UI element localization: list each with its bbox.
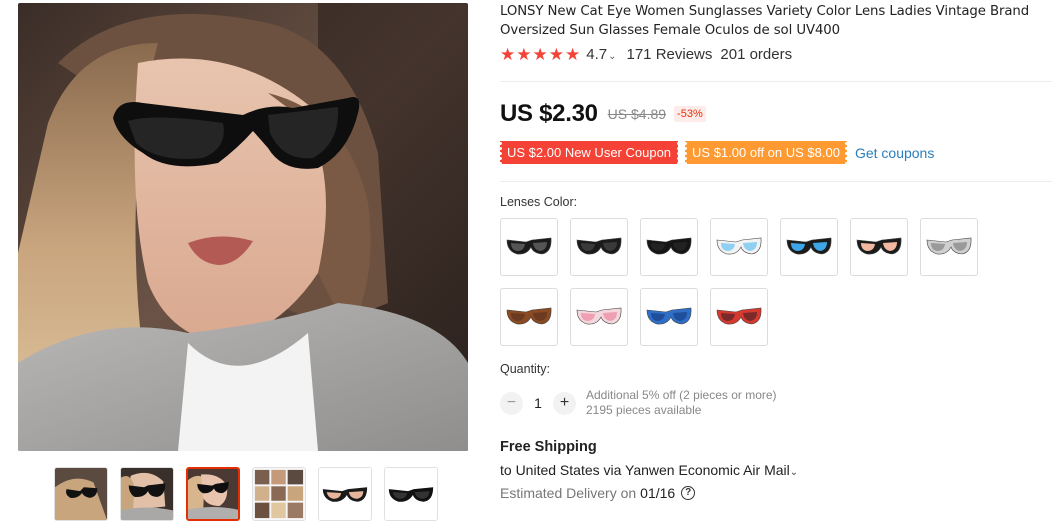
- sunglasses-icon: [786, 237, 832, 255]
- stock-available-text: 2195 pieces available: [586, 403, 702, 417]
- eta-date: 01/16: [640, 485, 676, 501]
- rating-value-dropdown[interactable]: 4.7⌄: [586, 46, 616, 63]
- question-circle-icon[interactable]: ?: [681, 486, 696, 500]
- reviews-link[interactable]: 171 Reviews: [627, 46, 713, 63]
- thumbnail-strip: [54, 467, 438, 521]
- lenses-color-label: Lenses Color:: [500, 195, 578, 209]
- thumbnail-6[interactable]: [384, 467, 438, 521]
- thumbnail-4[interactable]: [252, 467, 306, 521]
- sunglasses-icon: [926, 237, 972, 255]
- sunglasses-icon: [506, 237, 552, 255]
- rating-value: 4.7: [586, 46, 608, 63]
- free-shipping-title: Free Shipping: [500, 439, 597, 455]
- coupon-row: US $2.00 New User Coupon US $1.00 off on…: [498, 141, 934, 164]
- sunglasses-icon: [716, 237, 762, 255]
- current-price: US $2.30: [500, 100, 598, 127]
- price-row: US $2.30 US $4.89 -53%: [500, 100, 706, 128]
- color-swatch-black-grey[interactable]: [570, 218, 628, 276]
- color-swatch-black-pink[interactable]: [850, 218, 908, 276]
- sunglasses-icon: [716, 307, 762, 325]
- quantity-decrease-button[interactable]: −: [500, 391, 523, 415]
- sunglasses-icon: [506, 307, 552, 325]
- sunglasses-icon: [856, 237, 902, 255]
- thumbnail-2[interactable]: [120, 467, 174, 521]
- quantity-increase-button[interactable]: +: [553, 391, 576, 415]
- color-swatch-black-blue[interactable]: [780, 218, 838, 276]
- thumbnail-3-active[interactable]: [186, 467, 240, 521]
- product-photo: [18, 3, 468, 451]
- quantity-info: Additional 5% off (2 pieces or more) 219…: [586, 388, 777, 418]
- estimated-delivery: Estimated Delivery on 01/16 ?: [500, 485, 696, 501]
- divider: [500, 181, 1052, 182]
- star-icon: ★: [548, 45, 564, 64]
- orders-count: 201 orders: [720, 46, 793, 63]
- color-swatch-red[interactable]: [710, 288, 768, 346]
- bulk-discount-text: Additional 5% off (2 pieces or more): [586, 388, 777, 402]
- main-product-image[interactable]: [18, 3, 468, 451]
- original-price: US $4.89: [607, 106, 667, 122]
- color-swatch-all-black[interactable]: [640, 218, 698, 276]
- color-swatch-white-blue[interactable]: [710, 218, 768, 276]
- star-icon: ★: [532, 45, 548, 64]
- color-swatch-grid: [500, 218, 990, 346]
- color-swatch-clear-pink[interactable]: [570, 288, 628, 346]
- new-user-coupon[interactable]: US $2.00 New User Coupon: [498, 141, 680, 164]
- color-swatch-clear-grey[interactable]: [920, 218, 978, 276]
- get-coupons-link[interactable]: Get coupons: [855, 145, 934, 161]
- quantity-stepper: − + Additional 5% off (2 pieces or more)…: [500, 388, 777, 418]
- shipping-route: to United States via Yanwen Economic Air…: [500, 462, 790, 478]
- rating-stars: ★ ★ ★ ★ ★: [500, 46, 580, 63]
- sunglasses-icon: [646, 237, 692, 255]
- star-icon: ★: [516, 45, 532, 64]
- discount-badge: -53%: [674, 106, 706, 122]
- quantity-input[interactable]: [523, 395, 553, 411]
- color-swatch-leopard-brown[interactable]: [500, 288, 558, 346]
- sunglasses-icon: [576, 307, 622, 325]
- eta-label: Estimated Delivery on: [500, 485, 637, 501]
- color-swatch-black-gradient[interactable]: [500, 218, 558, 276]
- chevron-down-icon: ⌄: [608, 51, 617, 62]
- quantity-label: Quantity:: [500, 362, 551, 376]
- product-title: LONSY New Cat Eye Women Sunglasses Varie…: [500, 4, 1030, 38]
- thumbnail-5[interactable]: [318, 467, 372, 521]
- store-coupon[interactable]: US $1.00 off on US $8.00: [683, 141, 849, 164]
- star-icon: ★: [500, 45, 516, 64]
- divider: [500, 81, 1052, 82]
- rating-row: ★ ★ ★ ★ ★ 4.7⌄ 171 Reviews 201 orders: [500, 46, 792, 63]
- sunglasses-icon: [646, 307, 692, 325]
- color-swatch-blue[interactable]: [640, 288, 698, 346]
- sunglasses-icon: [576, 237, 622, 255]
- thumbnail-1[interactable]: [54, 467, 108, 521]
- chevron-down-icon: ⌄: [789, 467, 799, 478]
- shipping-method-dropdown[interactable]: to United States via Yanwen Economic Air…: [500, 462, 798, 478]
- star-icon: ★: [565, 45, 581, 64]
